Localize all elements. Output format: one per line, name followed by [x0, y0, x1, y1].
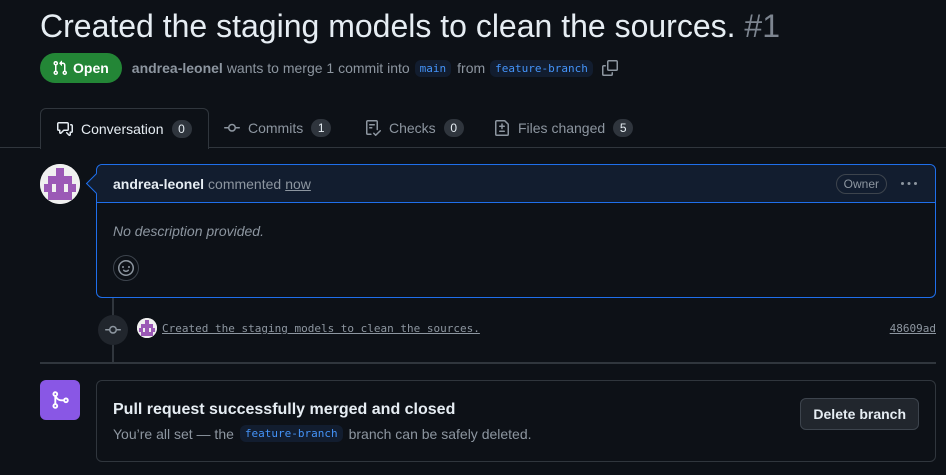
tab-commits-count: 1: [311, 119, 332, 137]
merge-sub-prefix: You’re all set — the: [113, 425, 234, 442]
pr-meta: Open andrea-leonel wants to merge 1 comm…: [40, 53, 618, 83]
tab-conversation[interactable]: Conversation 0: [40, 108, 209, 149]
comment-body: No description provided.: [113, 223, 264, 239]
tab-files-changed[interactable]: Files changed 5: [494, 108, 634, 148]
timeline-divider: [40, 362, 936, 364]
commit-avatar[interactable]: [137, 318, 157, 338]
tab-files-changed-label: Files changed: [518, 120, 606, 136]
kebab-horizontal-icon[interactable]: [901, 176, 917, 192]
merge-status-subtitle: You’re all set — the feature-branch bran…: [113, 425, 532, 442]
comment-discussion-icon: [57, 122, 73, 136]
delete-branch-button[interactable]: Delete branch: [800, 398, 919, 430]
tab-checks[interactable]: Checks 0: [365, 108, 464, 148]
comment-header: andrea-leonel commented now Owner: [97, 165, 935, 203]
pr-author-link[interactable]: andrea-leonel: [132, 60, 223, 76]
tab-conversation-label: Conversation: [81, 121, 164, 137]
commit-node: [98, 315, 128, 345]
tab-commits-label: Commits: [248, 120, 304, 136]
pr-title-text: Created the staging models to clean the …: [40, 8, 736, 44]
smiley-icon: [118, 260, 134, 276]
git-commit-icon: [224, 123, 240, 132]
state-label: Open: [73, 60, 109, 76]
state-badge: Open: [40, 53, 122, 83]
from-text: from: [457, 60, 486, 76]
merge-status-box: Pull request successfully merged and clo…: [96, 380, 936, 462]
owner-badge: Owner: [835, 174, 887, 194]
comment-action: commented: [208, 175, 282, 192]
commit-sha-link[interactable]: 48609ad: [890, 322, 936, 335]
tab-conversation-count: 0: [171, 120, 192, 138]
git-pull-request-icon: [53, 60, 68, 76]
git-merge-icon: [52, 391, 69, 409]
add-reaction-button[interactable]: [113, 255, 139, 281]
merged-status-icon-box: [40, 380, 80, 420]
tab-files-changed-count: 5: [613, 119, 634, 137]
tab-checks-count: 0: [443, 119, 464, 137]
avatar[interactable]: [40, 164, 80, 204]
head-branch[interactable]: feature-branch: [490, 59, 593, 77]
tab-checks-label: Checks: [389, 120, 436, 136]
comment-author[interactable]: andrea-leonel: [113, 176, 204, 192]
checklist-icon: [366, 120, 381, 136]
file-diff-icon: [495, 120, 509, 136]
merge-status-title: Pull request successfully merged and clo…: [113, 401, 456, 418]
comment-box: andrea-leonel commented now Owner No des…: [96, 164, 936, 298]
base-branch[interactable]: main: [414, 59, 452, 77]
identicon-icon: [137, 318, 157, 338]
commit-message-link[interactable]: Created the staging models to clean the …: [162, 322, 480, 335]
git-commit-icon: [105, 325, 121, 334]
merged-branch-name[interactable]: feature-branch: [239, 425, 343, 442]
pr-tabs: Conversation 0 Commits 1 Checks 0 Files …: [0, 108, 946, 149]
pr-number: #1: [744, 8, 780, 44]
pr-title: Created the staging models to clean the …: [40, 8, 780, 45]
merge-text: wants to merge 1 commit into: [226, 60, 410, 76]
merge-sub-suffix: branch can be safely deleted.: [348, 425, 532, 442]
comment-timestamp[interactable]: now: [285, 176, 311, 192]
identicon-icon: [40, 164, 80, 204]
tab-commits[interactable]: Commits 1: [224, 108, 332, 148]
copy-icon[interactable]: [601, 60, 618, 76]
